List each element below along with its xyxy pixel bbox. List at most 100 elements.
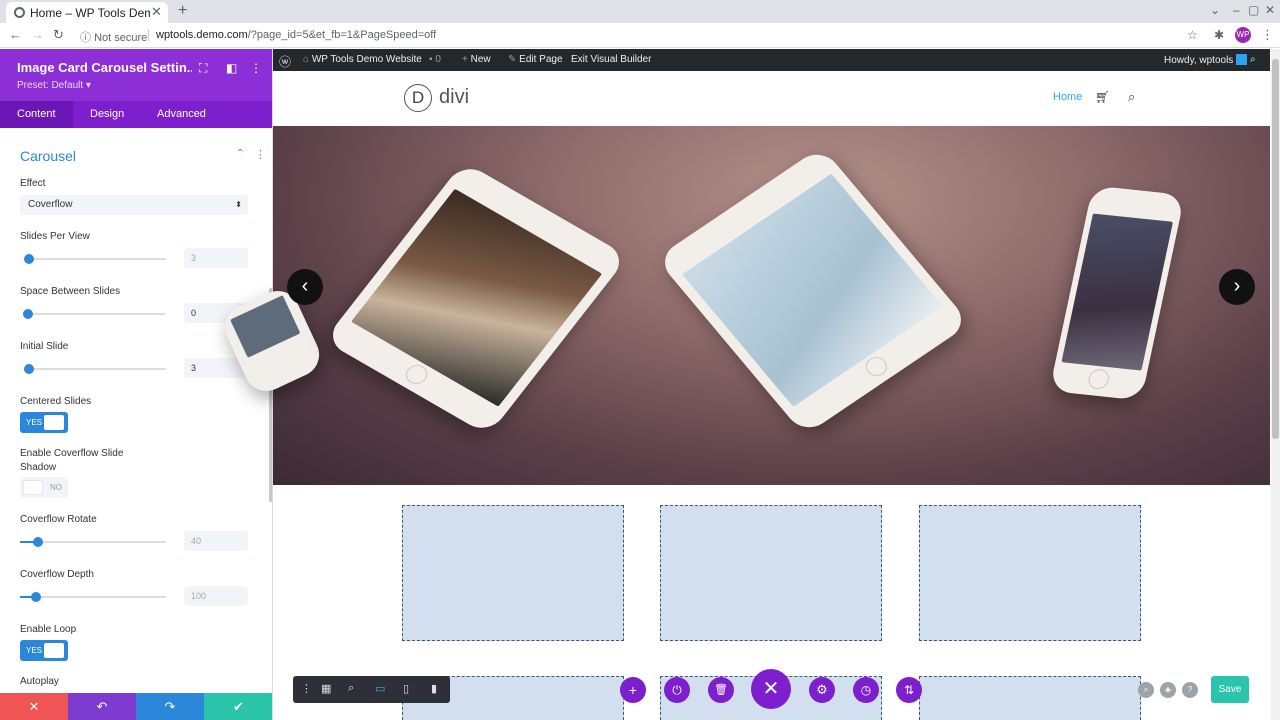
save-changes-button[interactable]: ✔ — [204, 693, 272, 720]
back-icon[interactable]: ← — [9, 27, 22, 42]
autoplay-label: Autoplay — [20, 676, 59, 687]
empty-module-placeholder[interactable] — [402, 505, 624, 641]
page-scrollbar[interactable] — [1271, 49, 1280, 720]
site-name-link[interactable]: ⌂ WP Tools Demo Website — [303, 54, 422, 65]
space-between-slider[interactable] — [23, 309, 165, 319]
add-section-button[interactable]: + — [620, 677, 646, 703]
split-view-icon[interactable]: ◧ — [226, 61, 237, 75]
admin-search-icon[interactable]: ⌕ — [1250, 54, 1256, 65]
initial-slide-label: Initial Slide — [20, 341, 69, 352]
browser-tab[interactable]: Home – WP Tools Demo ✕ — [6, 2, 168, 23]
security-indicator[interactable]: ⓘ Not secure — [80, 29, 147, 45]
enable-loop-toggle[interactable]: YES — [20, 640, 68, 661]
section-title[interactable]: Carousel — [20, 148, 76, 164]
close-builder-button[interactable]: ✕ — [751, 669, 791, 709]
effect-label: Effect — [20, 178, 46, 189]
section-options-icon[interactable]: ⋮ — [255, 148, 266, 161]
slides-per-view-input[interactable]: 3 — [184, 248, 248, 268]
divi-logo-text[interactable]: divi — [439, 86, 469, 109]
slider-handle[interactable] — [23, 309, 33, 319]
discard-button[interactable]: ✕ — [0, 693, 68, 720]
coverflow-shadow-toggle[interactable]: NO — [20, 477, 68, 498]
trash-icon[interactable]: 🗑︎ — [708, 677, 734, 703]
carousel-prev-button[interactable]: ‹ — [287, 269, 323, 305]
zoom-icon[interactable]: ⌕ — [348, 682, 354, 695]
save-button[interactable]: Save — [1211, 676, 1249, 703]
toggle-knob — [44, 415, 64, 430]
nav-home-link[interactable]: Home — [1053, 91, 1082, 103]
undo-button[interactable]: ↶ — [68, 693, 136, 720]
carousel-slide[interactable] — [323, 161, 629, 436]
new-tab-button[interactable]: + — [178, 2, 187, 20]
slider-handle[interactable] — [24, 254, 34, 264]
cart-icon[interactable]: 🛒︎ — [1095, 90, 1110, 104]
coverflow-depth-input[interactable]: 100 — [184, 586, 248, 606]
empty-module-placeholder[interactable] — [919, 505, 1141, 641]
space-between-label: Space Between Slides — [20, 286, 121, 297]
toolbar-menu-icon[interactable]: ⋮ — [301, 682, 312, 695]
enable-loop-label: Enable Loop — [20, 624, 77, 635]
search-icon[interactable]: ⌕ — [1128, 89, 1135, 105]
slides-per-view-slider[interactable] — [24, 254, 166, 264]
maximize-icon[interactable]: ▢ — [1248, 3, 1259, 17]
tab-advanced[interactable]: Advanced — [140, 101, 223, 128]
slider-handle[interactable] — [33, 537, 43, 547]
expand-icon[interactable]: ⛶ — [199, 61, 207, 76]
menu-icon[interactable]: ⋮ — [1261, 27, 1274, 43]
new-link[interactable]: + New — [462, 54, 491, 65]
empty-module-placeholder[interactable] — [660, 505, 882, 641]
edit-page-link[interactable]: ✎ Edit Page — [508, 54, 563, 65]
panel-footer: ✕ ↶ ↷ ✔ — [0, 693, 272, 720]
url-field[interactable]: wptools.demo.com/?page_id=5&et_fb=1&Page… — [156, 29, 436, 41]
slider-handle[interactable] — [31, 592, 41, 602]
coverflow-shadow-label: Enable Coverflow Slide — [20, 448, 124, 459]
coverflow-rotate-slider[interactable] — [20, 537, 166, 547]
initial-slide-slider[interactable] — [24, 364, 166, 374]
divi-logo[interactable]: D — [404, 84, 432, 112]
extensions-icon[interactable]: ✱ — [1214, 28, 1224, 42]
layers-icon[interactable]: ◈ — [1160, 682, 1176, 698]
tab-design[interactable]: Design — [73, 101, 141, 128]
carousel-slide-active[interactable] — [655, 146, 971, 436]
chevron-up-icon[interactable]: ⌃ — [236, 148, 244, 159]
redo-button[interactable]: ↷ — [136, 693, 204, 720]
coverflow-depth-slider[interactable] — [20, 592, 166, 602]
centered-slides-toggle[interactable]: YES — [20, 412, 68, 433]
tab-content[interactable]: Content — [0, 101, 73, 128]
wireframe-icon[interactable]: ▦ — [321, 682, 331, 695]
close-window-icon[interactable]: ✕ — [1265, 3, 1275, 17]
empty-module-placeholder[interactable] — [919, 676, 1141, 720]
scrollbar-thumb[interactable] — [1272, 59, 1279, 439]
slide-image — [1061, 213, 1174, 371]
profile-avatar[interactable]: WP — [1235, 27, 1251, 43]
minimize-icon[interactable]: – — [1233, 3, 1240, 17]
howdy-user[interactable]: Howdy, wptools — [1164, 54, 1248, 66]
effect-select[interactable]: Coverflow ⬍ — [20, 195, 248, 215]
tablet-view-icon[interactable]: ▯ — [403, 682, 409, 695]
tab-search-icon[interactable]: ⌄ — [1210, 3, 1220, 17]
slider-handle[interactable] — [24, 364, 34, 374]
close-tab-icon[interactable]: ✕ — [151, 4, 162, 20]
portability-icon[interactable]: ⇅ — [896, 677, 922, 703]
edit-page-label: Edit Page — [519, 54, 563, 65]
comments-link[interactable]: ▪ 0 — [429, 54, 441, 65]
exit-builder-link[interactable]: Exit Visual Builder — [571, 54, 651, 65]
search-modules-icon[interactable]: ⌕ — [1138, 682, 1154, 698]
carousel-slide[interactable] — [1049, 185, 1185, 401]
centered-slides-label: Centered Slides — [20, 396, 92, 407]
desktop-view-icon[interactable]: ▭ — [375, 682, 385, 695]
wordpress-logo-icon[interactable]: ⓦ — [279, 53, 291, 70]
reload-icon[interactable]: ↻ — [53, 27, 64, 43]
power-icon[interactable]: ⏻ — [664, 677, 690, 703]
settings-gear-icon[interactable]: ⚙ — [809, 677, 835, 703]
phone-view-icon[interactable]: ▮ — [431, 682, 437, 695]
history-icon[interactable]: ◷ — [853, 677, 879, 703]
bookmark-star-icon[interactable]: ☆ — [1187, 28, 1198, 42]
more-options-icon[interactable]: ⋮ — [250, 61, 262, 75]
carousel-next-button[interactable]: › — [1219, 269, 1255, 305]
help-icon[interactable]: ? — [1182, 682, 1198, 698]
preset-selector[interactable]: Preset: Default ▾ — [17, 80, 91, 91]
coverflow-rotate-input[interactable]: 40 — [184, 531, 248, 551]
select-arrows-icon: ⬍ — [235, 200, 242, 209]
forward-icon[interactable]: → — [31, 27, 44, 42]
